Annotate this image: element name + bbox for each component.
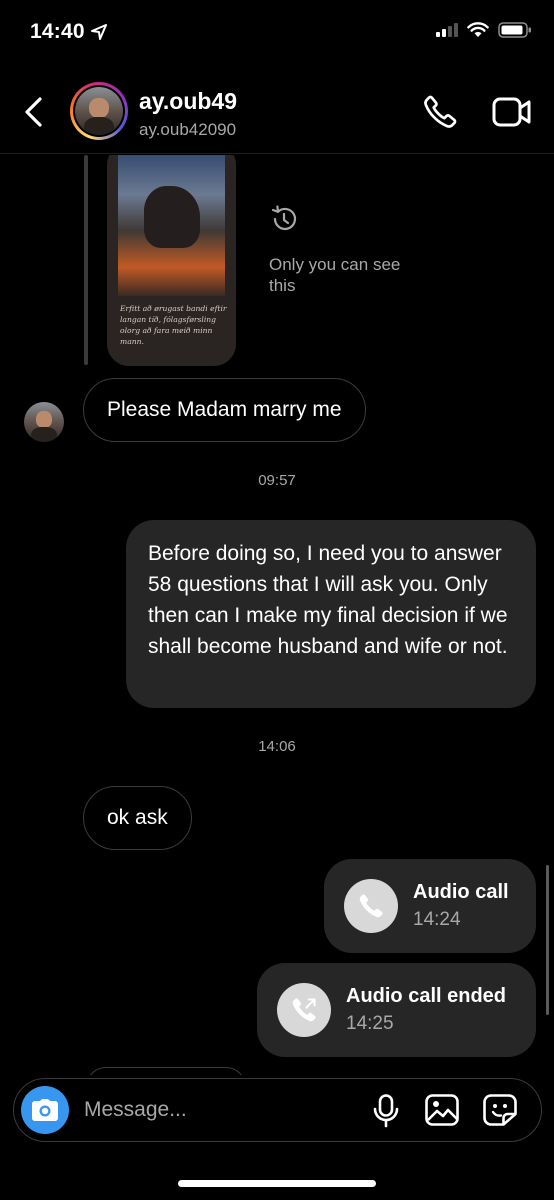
story-reply-line [84, 155, 88, 365]
story-caption: Erfitt að ørugast bandi eftir langan tíð… [120, 304, 227, 346]
call-time: 14:25 [346, 1013, 394, 1034]
status-bar: 14:40 [0, 0, 554, 66]
partial-message-bubble [86, 1067, 246, 1075]
camera-icon [32, 1099, 58, 1121]
message-input[interactable] [84, 1091, 354, 1129]
camera-button[interactable] [21, 1086, 69, 1134]
message-bubble-incoming[interactable]: ok ask [83, 786, 192, 850]
chat-header: ay.oub49 ay.oub42090 [0, 66, 554, 154]
message-composer [13, 1078, 542, 1142]
call-ended-icon [292, 997, 317, 1022]
call-icon-circle [277, 983, 331, 1037]
call-title: Audio call [413, 881, 509, 903]
story-photo [118, 155, 225, 296]
phone-icon [359, 894, 383, 918]
only-you-can-see-notice: Only you can see this [269, 255, 401, 295]
video-call-icon[interactable] [492, 97, 532, 127]
avatar[interactable] [70, 82, 128, 140]
location-arrow-icon [91, 24, 107, 40]
chat-username[interactable]: ay.oub49 [139, 88, 237, 115]
home-indicator[interactable] [178, 1180, 376, 1187]
message-bubble-outgoing[interactable]: Before doing so, I need you to answer 58… [126, 520, 536, 708]
message-bubble-incoming[interactable]: Please Madam marry me [83, 378, 366, 442]
gallery-icon[interactable] [425, 1094, 459, 1126]
phone-call-icon[interactable] [422, 94, 458, 130]
message-timestamp: 14:06 [258, 738, 296, 755]
call-icon-circle [344, 879, 398, 933]
story-preview[interactable]: Erfitt að ørugast bandi eftir langan tíð… [107, 155, 236, 366]
audio-call-ended-bubble[interactable]: Audio call ended 14:25 [257, 963, 536, 1057]
wifi-icon [467, 22, 489, 37]
call-title: Audio call ended [346, 985, 507, 1007]
signal-icon [436, 23, 458, 37]
chat-subname: ay.oub42090 [139, 120, 237, 139]
scrollbar[interactable] [546, 865, 549, 1015]
status-time: 14:40 [30, 20, 85, 43]
avatar-photo [75, 87, 123, 135]
message-thread[interactable]: Erfitt að ørugast bandi eftir langan tíð… [0, 155, 554, 1075]
message-timestamp: 09:57 [258, 472, 296, 489]
status-indicators [436, 22, 532, 38]
history-icon [271, 205, 297, 231]
call-time: 14:24 [413, 909, 461, 930]
audio-call-bubble[interactable]: Audio call 14:24 [324, 859, 536, 953]
back-chevron-icon[interactable] [22, 96, 44, 128]
sender-avatar[interactable] [24, 402, 64, 442]
microphone-icon[interactable] [373, 1094, 399, 1128]
sticker-icon[interactable] [483, 1094, 517, 1126]
battery-icon [498, 22, 531, 38]
